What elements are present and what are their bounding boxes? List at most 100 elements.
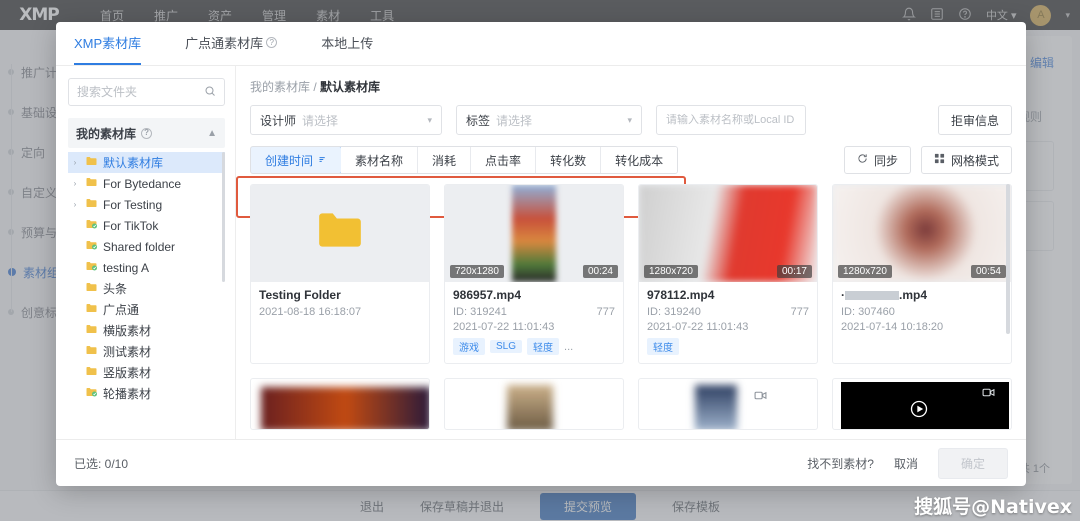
material-card-partial[interactable] [638,378,818,430]
sort-tab-label: 素材名称 [355,153,404,168]
chevron-right-icon[interactable]: › [70,158,80,167]
folder-list[interactable]: › 默认素材库 › For Bytedance › For Testing For TikT… [68,152,225,439]
material-tag[interactable]: 轻度 [647,338,679,355]
tab-label: 本地上传 [321,36,374,51]
material-search-input[interactable] [666,114,796,126]
thumbnail-blurred [507,385,553,429]
name-redaction: · [841,288,899,302]
sidebar-scrollbar[interactable] [222,152,225,282]
video-thumbnail[interactable]: 720x1280 00:24 [445,185,623,282]
material-card[interactable]: 1280x720 00:17 978112.mp4 ID: 319240 777 2021… [638,184,818,364]
search-icon[interactable] [204,85,216,100]
breadcrumb-separator: / [313,80,317,94]
sort-toolbar: 创建时间 素材名称 消耗 点击率 转化数 转化成本 同步 网格模式 [250,146,1012,174]
folder-label: 轮播素材 [103,387,152,401]
tag-label: 标签 [466,113,491,128]
folder-item[interactable]: 竖版素材 [68,362,225,383]
grid-mode-button[interactable]: 网格模式 [920,146,1012,174]
folder-item[interactable]: 轮播素材 [68,383,225,404]
sort-tab[interactable]: 消耗 [418,147,472,173]
folder-search-input[interactable] [77,85,204,99]
folder-label: 广点通 [103,303,140,317]
card-id-row: ID: 319241 777 [453,306,615,318]
chevron-up-icon[interactable]: ▲ [207,128,217,139]
sort-tab[interactable]: 创建时间 [251,147,343,173]
folder-item[interactable]: 横版素材 [68,320,225,341]
card-id-row: ID: 307460 [841,306,1003,318]
sort-tab[interactable]: 转化数 [536,147,602,173]
material-tag[interactable]: SLG [490,340,523,353]
folder-label: 头条 [103,282,128,296]
material-card-partial[interactable] [832,378,1012,430]
my-library-header[interactable]: 我的素材库 ? ▲ [68,118,225,148]
folder-icon [85,344,98,359]
sort-tab-label: 消耗 [432,153,457,168]
chevron-right-icon[interactable]: › [70,200,80,209]
folder-icon [85,155,98,170]
cancel-button[interactable]: 取消 [894,455,918,472]
question-mark-icon[interactable]: ? [141,127,153,139]
video-thumbnail[interactable]: 1280x720 00:17 [639,185,817,282]
material-card-partial[interactable] [444,378,624,430]
tab-xmp-library[interactable]: XMP素材库 [74,33,142,65]
designer-label: 设计师 [260,113,297,128]
chevron-down-icon[interactable]: ▾ [427,115,432,126]
folder-icon [85,281,98,296]
folder-item[interactable]: 测试素材 [68,341,225,362]
play-icon[interactable] [909,399,929,422]
video-thumbnail[interactable]: 1280x720 00:54 [833,185,1011,282]
designer-placeholder: 请选择 [302,113,339,128]
video-camera-icon [754,389,767,405]
material-card[interactable]: 720x1280 00:24 986957.mp4 ID: 319241 777 2021… [444,184,624,364]
more-tags-icon[interactable]: ... [564,341,573,353]
folder-search[interactable] [68,78,225,106]
material-tag[interactable]: 游戏 [453,338,485,355]
designer-select[interactable]: 设计师 请选择 ▾ [250,105,442,135]
card-title: · .mp4 [841,288,1003,302]
sync-button[interactable]: 同步 [843,146,911,174]
folder-item[interactable]: › For Bytedance [68,173,225,194]
folder-item[interactable]: testing A [68,257,225,278]
material-card-partial[interactable] [250,378,430,430]
selected-count: 已选: 0/10 [74,456,129,471]
material-search-box[interactable] [656,105,806,135]
folder-item[interactable]: For TikTok [68,215,225,236]
sort-order-icon[interactable] [318,153,327,167]
chevron-right-icon[interactable]: › [70,179,80,188]
folder-item[interactable]: 头条 [68,278,225,299]
folder-item[interactable]: Shared folder [68,236,225,257]
folder-item[interactable]: › 默认素材库 [68,152,225,173]
material-picker-modal: XMP素材库 广点通素材库 ? 本地上传 我的素材库 ? ▲ › 默认素材库 [56,22,1026,486]
not-found-link[interactable]: 找不到素材? [807,455,874,472]
sort-tab-label: 转化数 [550,153,587,168]
folder-icon [85,260,98,275]
tab-gdt-library[interactable]: 广点通素材库 ? [185,33,278,65]
my-library-label: 我的素材库 [76,126,137,141]
question-mark-icon[interactable]: ? [266,37,278,48]
folder-icon [85,197,98,212]
folder-label: testing A [103,260,150,275]
folder-label: For TikTok [103,218,159,233]
breadcrumb-root[interactable]: 我的素材库 [250,80,310,94]
card-date: 2021-07-14 10:18:20 [841,321,944,333]
material-tag[interactable]: 轻度 [527,338,560,355]
sort-tab[interactable]: 点击率 [471,147,537,173]
card-info: Testing Folder 2021-08-18 16:18:07 [251,282,429,331]
tag-select[interactable]: 标签 请选择 ▾ [456,105,642,135]
sort-tab[interactable]: 素材名称 [341,147,419,173]
chevron-down-icon[interactable]: ▾ [627,115,632,126]
material-card[interactable]: 1280x720 00:54 · .mp4 ID: 307460 2021-07-14 1… [832,184,1012,364]
folder-item[interactable]: 广点通 [68,299,225,320]
folder-icon [85,176,98,191]
sort-tab[interactable]: 转化成本 [601,147,678,173]
confirm-button[interactable]: 确定 [937,447,1008,479]
grid-scrollbar[interactable] [1006,184,1010,334]
folder-label: 横版素材 [103,324,152,338]
folder-card[interactable]: Testing Folder 2021-08-18 16:18:07 [250,184,430,364]
material-grid-area[interactable]: Testing Folder 2021-08-18 16:18:07 720x128… [250,184,1012,439]
reject-info-button[interactable]: 拒审信息 [937,105,1012,135]
tab-local-upload[interactable]: 本地上传 [321,33,373,65]
folder-item[interactable]: › For Testing [68,194,225,215]
folder-icon [85,218,98,233]
sort-tab-label: 创建时间 [265,153,314,168]
